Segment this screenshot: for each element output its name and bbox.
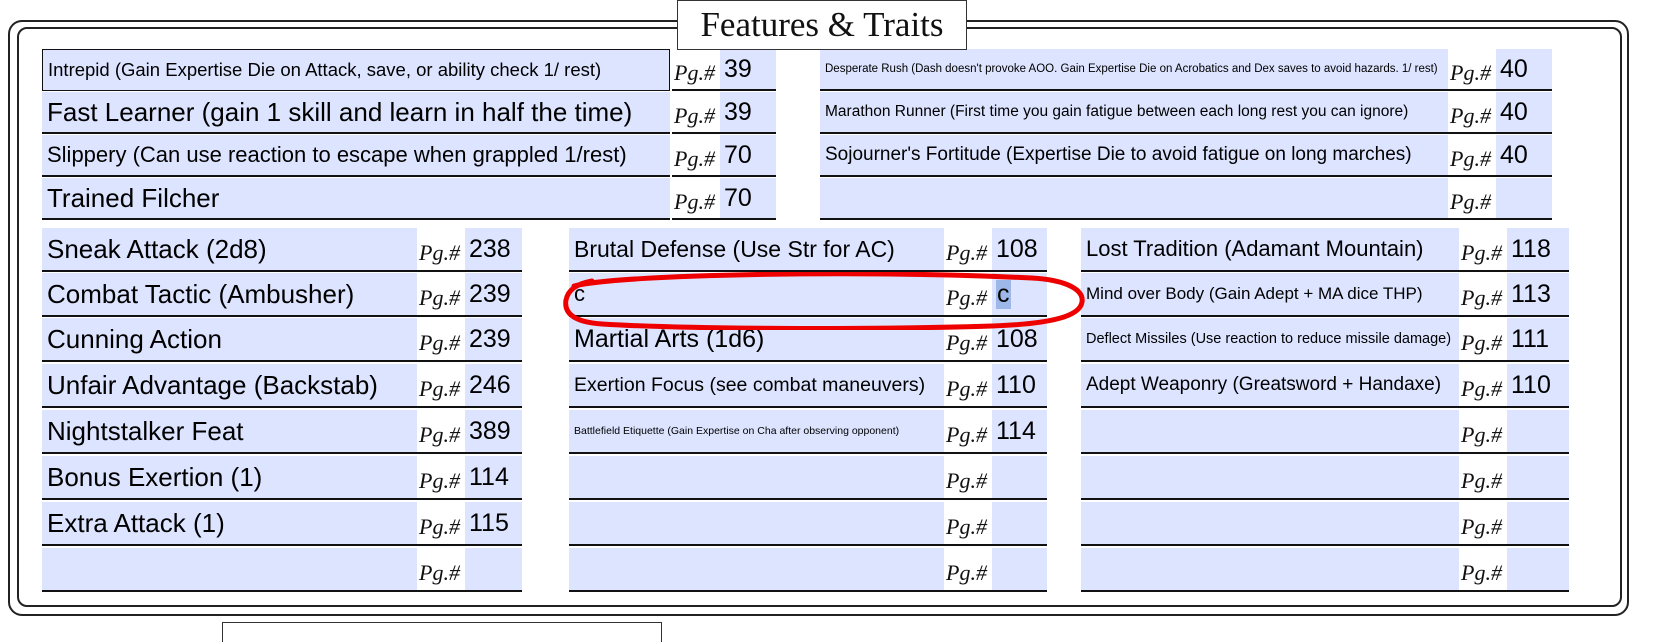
next-section-title-box — [222, 622, 662, 642]
text-selection-highlight: c — [996, 279, 1011, 309]
trait-right-pg-label-3: Pg.# — [1448, 178, 1496, 220]
feature-col1-page-number-2[interactable]: 239 — [465, 318, 522, 362]
feature-col3-field-1[interactable]: Mind over Body (Gain Adept + MA dice THP… — [1081, 273, 1459, 317]
feature-col2-field-1[interactable]: c — [569, 273, 944, 317]
feature-col3-pg-label-4: Pg.# — [1459, 410, 1507, 454]
feature-col3-page-number-6[interactable] — [1507, 502, 1569, 546]
feature-col1-pg-label-2: Pg.# — [417, 318, 465, 362]
feature-col3-field-2[interactable]: Deflect Missiles (Use reaction to reduce… — [1081, 318, 1459, 362]
feature-col2-pg-label-1: Pg.# — [944, 273, 992, 317]
feature-col1-page-number-0[interactable]: 238 — [465, 228, 522, 272]
trait-right-pg-label-0: Pg.# — [1448, 49, 1496, 91]
trait-right-pg-label-2: Pg.# — [1448, 135, 1496, 177]
trait-right-field-2[interactable]: Sojourner's Fortitude (Expertise Die to … — [820, 135, 1448, 177]
trait-right-field-1[interactable]: Marathon Runner (First time you gain fat… — [820, 92, 1448, 134]
feature-col3-page-number-3[interactable]: 110 — [1507, 364, 1569, 408]
feature-col3-pg-label-1: Pg.# — [1459, 273, 1507, 317]
feature-col2-pg-label-6: Pg.# — [944, 502, 992, 546]
feature-col1-page-number-3[interactable]: 246 — [465, 364, 522, 408]
trait-left-pg-label-3: Pg.# — [672, 178, 720, 220]
feature-col2-pg-label-0: Pg.# — [944, 228, 992, 272]
feature-col2-field-3[interactable]: Exertion Focus (see combat maneuvers) — [569, 364, 944, 408]
feature-col3-page-number-0[interactable]: 118 — [1507, 228, 1569, 272]
feature-col3-pg-label-6: Pg.# — [1459, 502, 1507, 546]
feature-col3-field-7[interactable] — [1081, 548, 1459, 592]
feature-col3-page-number-1[interactable]: 113 — [1507, 273, 1569, 317]
trait-left-field-2[interactable]: Slippery (Can use reaction to escape whe… — [42, 135, 670, 177]
feature-col2-page-number-4[interactable]: 114 — [992, 410, 1047, 454]
feature-col1-page-number-6[interactable]: 115 — [465, 502, 522, 546]
feature-col1-field-0[interactable]: Sneak Attack (2d8) — [42, 228, 417, 272]
feature-col1-field-1[interactable]: Combat Tactic (Ambusher) — [42, 273, 417, 317]
feature-col3-pg-label-5: Pg.# — [1459, 456, 1507, 500]
trait-left-page-number-1[interactable]: 39 — [720, 92, 776, 134]
trait-left-field-0[interactable]: Intrepid (Gain Expertise Die on Attack, … — [42, 49, 670, 91]
trait-left-pg-label-1: Pg.# — [672, 92, 720, 134]
feature-col1-field-5[interactable]: Bonus Exertion (1) — [42, 456, 417, 500]
feature-col2-page-number-3[interactable]: 110 — [992, 364, 1047, 408]
feature-col3-field-4[interactable] — [1081, 410, 1459, 454]
feature-col1-pg-label-0: Pg.# — [417, 228, 465, 272]
feature-col2-pg-label-5: Pg.# — [944, 456, 992, 500]
feature-col2-page-number-7[interactable] — [992, 548, 1047, 592]
feature-col2-field-6[interactable] — [569, 502, 944, 546]
feature-col3-field-5[interactable] — [1081, 456, 1459, 500]
trait-right-field-3[interactable] — [820, 178, 1448, 220]
feature-col3-page-number-4[interactable] — [1507, 410, 1569, 454]
feature-col3-pg-label-7: Pg.# — [1459, 548, 1507, 592]
feature-col1-field-7[interactable] — [42, 548, 417, 592]
trait-left-field-3[interactable]: Trained Filcher — [42, 178, 670, 220]
feature-col2-field-4[interactable]: Battlefield Etiquette (Gain Expertise on… — [569, 410, 944, 454]
feature-col3-field-0[interactable]: Lost Tradition (Adamant Mountain) — [1081, 228, 1459, 272]
trait-left-pg-label-0: Pg.# — [672, 49, 720, 91]
feature-col3-pg-label-0: Pg.# — [1459, 228, 1507, 272]
feature-col3-page-number-7[interactable] — [1507, 548, 1569, 592]
feature-col1-pg-label-4: Pg.# — [417, 410, 465, 454]
feature-col1-page-number-1[interactable]: 239 — [465, 273, 522, 317]
feature-col2-page-number-6[interactable] — [992, 502, 1047, 546]
feature-col1-pg-label-1: Pg.# — [417, 273, 465, 317]
feature-col2-field-5[interactable] — [569, 456, 944, 500]
feature-col3-pg-label-3: Pg.# — [1459, 364, 1507, 408]
trait-left-pg-label-2: Pg.# — [672, 135, 720, 177]
trait-right-page-number-0[interactable]: 40 — [1496, 49, 1552, 91]
feature-col3-field-3[interactable]: Adept Weaponry (Greatsword + Handaxe) — [1081, 364, 1459, 408]
feature-col1-pg-label-6: Pg.# — [417, 502, 465, 546]
feature-col2-page-number-5[interactable] — [992, 456, 1047, 500]
page-title: Features & Traits — [677, 0, 967, 50]
trait-left-field-1[interactable]: Fast Learner (gain 1 skill and learn in … — [42, 92, 670, 134]
trait-left-page-number-0[interactable]: 39 — [720, 49, 776, 91]
feature-col2-pg-label-2: Pg.# — [944, 318, 992, 362]
feature-col3-field-6[interactable] — [1081, 502, 1459, 546]
feature-col3-page-number-5[interactable] — [1507, 456, 1569, 500]
trait-right-page-number-1[interactable]: 40 — [1496, 92, 1552, 134]
feature-col3-pg-label-2: Pg.# — [1459, 318, 1507, 362]
feature-col1-pg-label-7: Pg.# — [417, 548, 465, 592]
feature-col3-page-number-2[interactable]: 111 — [1507, 318, 1569, 362]
feature-col2-field-7[interactable] — [569, 548, 944, 592]
feature-col1-pg-label-5: Pg.# — [417, 456, 465, 500]
feature-col1-field-2[interactable]: Cunning Action — [42, 318, 417, 362]
feature-col1-page-number-4[interactable]: 389 — [465, 410, 522, 454]
trait-right-page-number-2[interactable]: 40 — [1496, 135, 1552, 177]
feature-col1-field-4[interactable]: Nightstalker Feat — [42, 410, 417, 454]
feature-col2-field-2[interactable]: Martial Arts (1d6) — [569, 318, 944, 362]
feature-col2-page-number-0[interactable]: 108 — [992, 228, 1047, 272]
feature-col1-field-6[interactable]: Extra Attack (1) — [42, 502, 417, 546]
feature-col1-page-number-5[interactable]: 114 — [465, 456, 522, 500]
feature-col2-pg-label-7: Pg.# — [944, 548, 992, 592]
feature-col2-page-number-1[interactable]: c — [992, 273, 1047, 317]
feature-col2-field-0[interactable]: Brutal Defense (Use Str for AC) — [569, 228, 944, 272]
trait-right-field-0[interactable]: Desperate Rush (Dash doesn't provoke AOO… — [820, 49, 1448, 91]
trait-left-page-number-2[interactable]: 70 — [720, 135, 776, 177]
trait-left-page-number-3[interactable]: 70 — [720, 178, 776, 220]
feature-col2-pg-label-3: Pg.# — [944, 364, 992, 408]
trait-right-pg-label-1: Pg.# — [1448, 92, 1496, 134]
feature-col2-pg-label-4: Pg.# — [944, 410, 992, 454]
feature-col1-field-3[interactable]: Unfair Advantage (Backstab) — [42, 364, 417, 408]
feature-col1-page-number-7[interactable] — [465, 548, 522, 592]
feature-col2-page-number-2[interactable]: 108 — [992, 318, 1047, 362]
feature-col1-pg-label-3: Pg.# — [417, 364, 465, 408]
trait-right-page-number-3[interactable] — [1496, 178, 1552, 220]
